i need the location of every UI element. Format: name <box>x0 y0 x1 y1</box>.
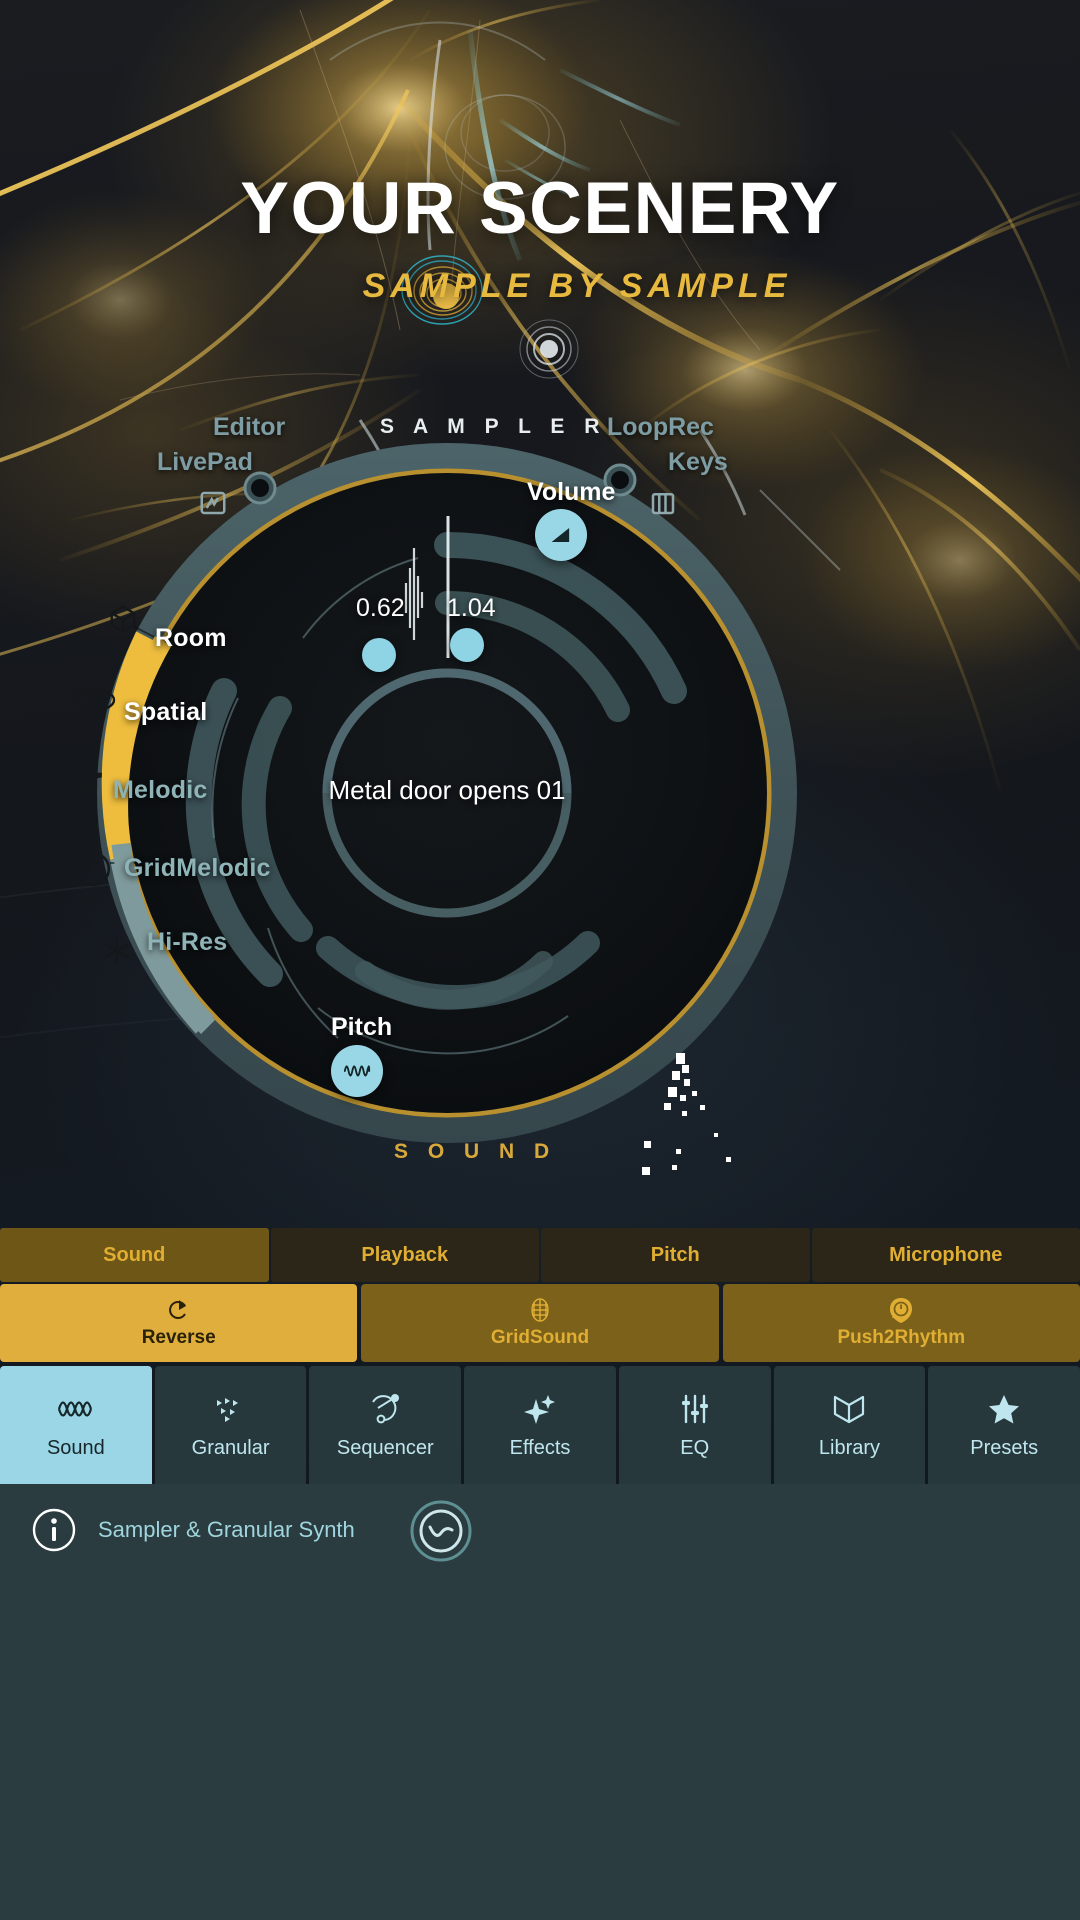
nav-item-presets[interactable]: Presets <box>928 1366 1080 1484</box>
nav-item-effects[interactable]: Effects <box>464 1366 616 1484</box>
dial-link-looprec[interactable]: LoopRec <box>607 413 714 442</box>
dial-cap-sound: S O U N D <box>394 1140 557 1163</box>
brand-logo-icon[interactable] <box>410 1500 472 1562</box>
current-sample-name: Metal door opens 01 <box>328 775 566 805</box>
info-icon[interactable] <box>32 1508 76 1552</box>
push2rhythm-icon <box>888 1297 914 1323</box>
page-subtitle: SAMPLE BY SAMPLE <box>362 267 792 305</box>
grid-icon <box>527 1297 553 1323</box>
dial-link-editor[interactable]: Editor <box>213 413 285 442</box>
pixel-spray-ornament-icon <box>642 1053 731 1175</box>
dial-link-keys[interactable]: Keys <box>668 448 728 477</box>
waveform-icon <box>343 1065 371 1077</box>
granular-icon <box>211 1391 251 1427</box>
dial-category-gridmelodic[interactable]: GridMelodic <box>124 854 271 883</box>
nav-item-sound-label: Sound <box>46 1436 105 1459</box>
nav-item-presets-label: Presets <box>970 1436 1039 1459</box>
slider-handle-1[interactable] <box>450 628 484 662</box>
app-title-wrap: YOUR SCENERY <box>0 172 1080 245</box>
tab-reverse-label: Reverse <box>141 1327 216 1348</box>
footer-row: Sampler & Granular Synth <box>0 1484 1080 1576</box>
tab-gridsound-label: GridSound <box>490 1327 590 1348</box>
footer: Sampler & Granular Synth <box>0 1484 1080 1920</box>
asterisk-icon[interactable] <box>102 936 132 966</box>
nav-item-sequencer[interactable]: Sequencer <box>309 1366 462 1484</box>
sequencer-icon <box>367 1391 403 1427</box>
primary-tab-bar[interactable]: Sound Playback Pitch Microphone <box>0 1228 1080 1282</box>
nav-item-eq[interactable]: EQ <box>618 1366 771 1484</box>
nav-item-granular-label: Granular <box>191 1436 270 1459</box>
small-dial-ornament-icon <box>519 319 579 379</box>
app-subtitle-wrap: SAMPLE BY SAMPLE <box>0 267 1080 306</box>
dial-link-livepad[interactable]: LivePad <box>157 448 253 477</box>
tab-reverse[interactable]: Reverse <box>0 1284 358 1362</box>
handle-value-1: 1.04 <box>447 594 496 622</box>
tab-push2rhythm-label: Push2Rhythm <box>837 1327 966 1348</box>
tab-gridsound[interactable]: GridSound <box>361 1284 719 1362</box>
waveform-icon <box>56 1391 96 1427</box>
nav-item-granular[interactable]: Granular <box>154 1366 307 1484</box>
nav-item-sequencer-label: Sequencer <box>336 1436 434 1459</box>
nav-item-library[interactable]: Library <box>773 1366 926 1484</box>
volume-icon <box>551 528 570 542</box>
dial-category-spatial[interactable]: Spatial <box>124 698 207 727</box>
dial-cap-sampler: S A M P L E R <box>380 415 607 438</box>
pitch-knob[interactable] <box>331 1045 383 1097</box>
volume-knob[interactable] <box>535 509 587 561</box>
tab-playback[interactable]: Playback <box>270 1228 539 1282</box>
reverse-icon <box>167 1297 191 1323</box>
sliders-icon <box>679 1391 711 1427</box>
pitch-knob-label: Pitch <box>331 1013 393 1041</box>
secondary-tab-bar[interactable]: Reverse GridSound Push2Rhythm <box>0 1284 1080 1362</box>
slider-handle-0[interactable] <box>362 638 396 672</box>
spatial-icon[interactable] <box>74 680 118 714</box>
cube-icon[interactable] <box>108 604 138 634</box>
bottom-nav-bar[interactable]: Sound Granular Sequencer Effects EQ Libr… <box>0 1366 1080 1484</box>
star-icon <box>987 1391 1021 1427</box>
app-root: YOUR SCENERY SAMPLE BY SAMPLE S A M P L … <box>0 0 1080 1920</box>
book-icon <box>832 1391 866 1427</box>
tab-sound[interactable]: Sound <box>0 1228 269 1282</box>
nav-item-sound[interactable]: Sound <box>0 1366 152 1484</box>
footer-subtitle: Sampler & Granular Synth <box>98 1517 355 1542</box>
tab-push2rhythm[interactable]: Push2Rhythm <box>722 1284 1080 1362</box>
sparkle-icon <box>523 1391 557 1427</box>
nav-item-effects-label: Effects <box>509 1436 571 1459</box>
tab-pitch[interactable]: Pitch <box>541 1228 810 1282</box>
handle-value-0: 0.62 <box>356 594 405 622</box>
tab-microphone[interactable]: Microphone <box>811 1228 1080 1282</box>
page-title: YOUR SCENERY <box>240 168 840 249</box>
livepad-icon[interactable] <box>198 488 228 518</box>
dial-category-room[interactable]: Room <box>155 624 227 653</box>
nav-item-library-label: Library <box>818 1436 881 1459</box>
keys-icon[interactable] <box>648 488 678 518</box>
circled-note-icon[interactable] <box>74 850 112 888</box>
dial-category-hires[interactable]: Hi-Res <box>147 928 227 957</box>
nav-item-eq-label: EQ <box>680 1436 710 1459</box>
volume-knob-label: Volume <box>527 478 616 506</box>
